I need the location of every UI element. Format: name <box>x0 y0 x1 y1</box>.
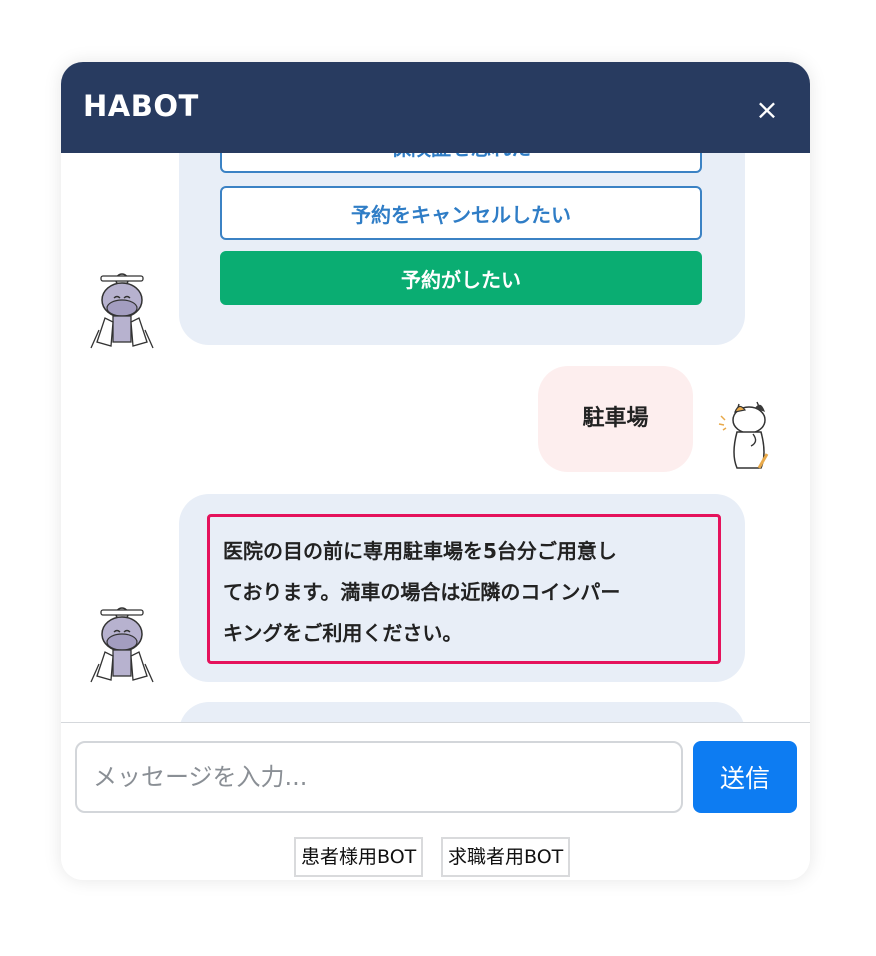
job-seeker-bot-button[interactable]: 求職者用BOT <box>441 837 571 877</box>
option-button-forgot-insurance-card[interactable]: 保険証を忘れた <box>220 153 702 173</box>
patient-bot-button[interactable]: 患者様用BOT <box>294 837 424 877</box>
user-message-bubble: 駐車場 <box>538 366 693 472</box>
chat-title: HABOT <box>83 89 199 123</box>
option-button-make-reservation[interactable]: 予約がしたい <box>220 251 702 305</box>
bot-options-bubble <box>179 153 745 345</box>
message-list[interactable]: 保険証を忘れた 予約をキャンセルしたい 予約がしたい 駐車場 <box>61 153 810 723</box>
hippo-doctor-icon <box>90 273 154 349</box>
bot-next-bubble <box>179 702 745 723</box>
answer-line-1: 医院の目の前に専用駐車場を5台分ご用意し <box>223 539 617 563</box>
answer-line-2: ております。満車の場合は近隣のコインパー <box>223 580 621 604</box>
chat-footer: 送信 患者様用BOT 求職者用BOT <box>61 722 810 880</box>
hippo-doctor-icon <box>90 607 154 683</box>
chat-widget: HABOT × 保険証を忘れた 予約をキャンセルしたい 予約がしたい 駐車場 <box>61 62 810 880</box>
message-input[interactable] <box>75 741 683 813</box>
chat-header: HABOT × <box>61 62 810 153</box>
option-button-cancel-reservation[interactable]: 予約をキャンセルしたい <box>220 186 702 240</box>
close-icon[interactable]: × <box>750 93 784 127</box>
answer-line-3: キングをご利用ください。 <box>223 621 463 645</box>
bot-answer-highlight: 医院の目の前に専用駐車場を5台分ご用意し ております。満車の場合は近隣のコインパ… <box>207 514 721 664</box>
send-button[interactable]: 送信 <box>693 741 797 813</box>
cat-user-icon <box>718 401 769 469</box>
